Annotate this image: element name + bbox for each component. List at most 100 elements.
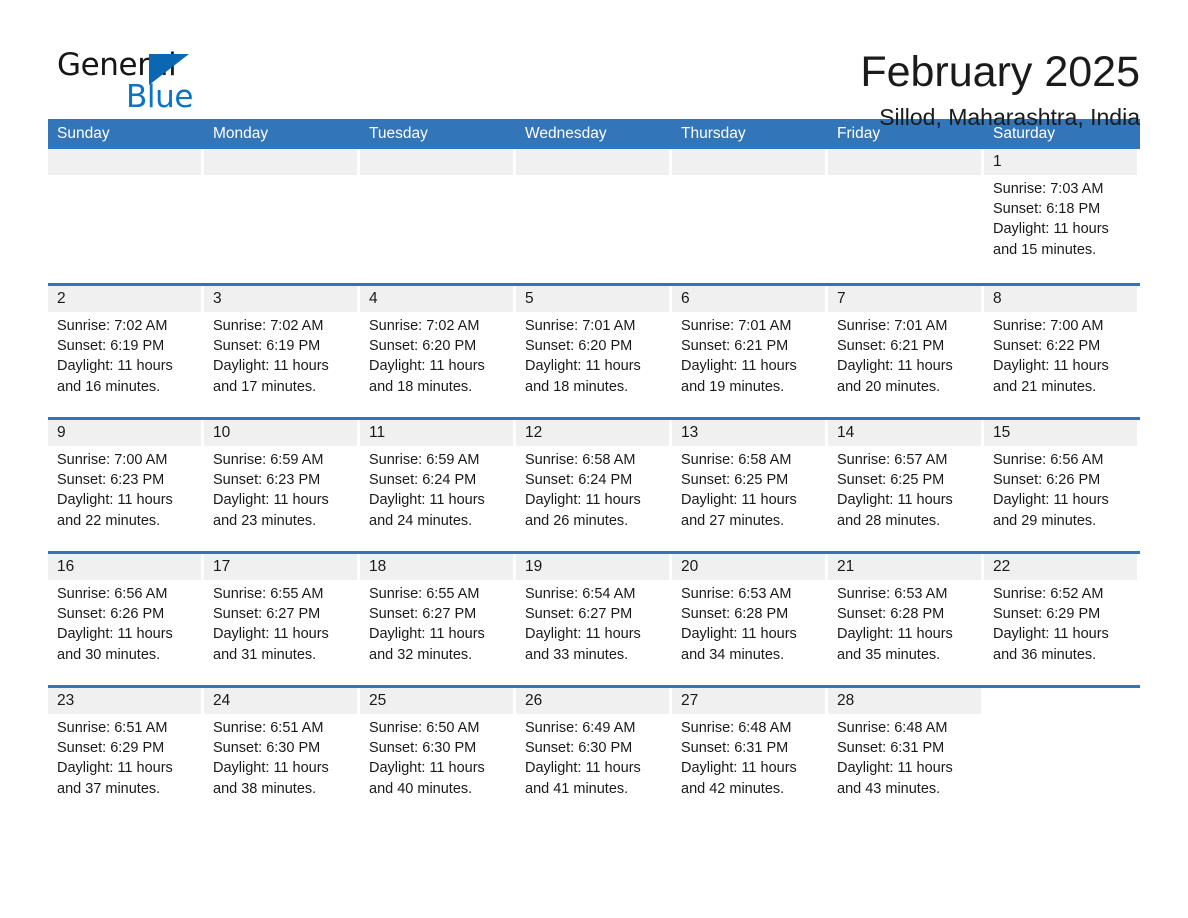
sunset-line: Sunset: 6:27 PM — [525, 606, 633, 623]
daylight-line: and 21 minutes. — [993, 378, 1097, 395]
day-sun-info: Sunrise: 6:53 AM Sunset: 6:28 PM Daylight:… — [672, 580, 825, 665]
calendar-day-cell[interactable]: 20 Sunrise: 6:53 AM Sunset: 6:28 PM Dayligh… — [672, 554, 828, 685]
calendar-empty-cell — [516, 149, 672, 283]
day-number — [984, 688, 1137, 714]
day-sun-info: Sunrise: 7:00 AM Sunset: 6:22 PM Daylight:… — [984, 312, 1137, 397]
day-sun-info: Sunrise: 6:51 AM Sunset: 6:30 PM Daylight:… — [204, 714, 357, 799]
sunset-line: Sunset: 6:27 PM — [369, 606, 477, 623]
calendar-day-cell[interactable]: 25 Sunrise: 6:50 AM Sunset: 6:30 PM Dayligh… — [360, 688, 516, 819]
day-cell-inner — [204, 149, 357, 283]
day-sun-info: Sunrise: 6:59 AM Sunset: 6:24 PM Daylight:… — [360, 446, 513, 531]
sunrise-line: Sunrise: 6:52 AM — [993, 586, 1104, 602]
day-sun-info: Sunrise: 7:01 AM Sunset: 6:20 PM Daylight:… — [516, 312, 669, 397]
calendar-day-cell[interactable]: 13 Sunrise: 6:58 AM Sunset: 6:25 PM Dayligh… — [672, 420, 828, 551]
daylight-line: Daylight: 11 hours — [681, 358, 797, 375]
day-cell-inner: 17 Sunrise: 6:55 AM Sunset: 6:27 PM Dayligh… — [204, 554, 357, 685]
sunset-line: Sunset: 6:26 PM — [993, 472, 1101, 489]
calendar-week-row: 9 Sunrise: 7:00 AM Sunset: 6:23 PM Daylight… — [48, 417, 1140, 551]
calendar-empty-cell — [984, 688, 1140, 819]
daylight-line: and 18 minutes. — [525, 378, 629, 395]
calendar-day-cell[interactable]: 27 Sunrise: 6:48 AM Sunset: 6:31 PM Dayligh… — [672, 688, 828, 819]
day-number: 11 — [360, 420, 513, 446]
sunset-line: Sunset: 6:30 PM — [525, 740, 633, 757]
sunset-line: Sunset: 6:29 PM — [57, 740, 165, 757]
calendar-day-cell[interactable]: 2 Sunrise: 7:02 AM Sunset: 6:19 PM Daylight… — [48, 286, 204, 417]
day-number — [516, 149, 669, 175]
daylight-line: and 41 minutes. — [525, 780, 629, 797]
calendar-day-cell[interactable]: 9 Sunrise: 7:00 AM Sunset: 6:23 PM Daylight… — [48, 420, 204, 551]
day-number: 24 — [204, 688, 357, 714]
day-number: 20 — [672, 554, 825, 580]
sunset-line: Sunset: 6:19 PM — [213, 338, 321, 355]
day-number — [360, 149, 513, 175]
calendar-day-cell[interactable]: 21 Sunrise: 6:53 AM Sunset: 6:28 PM Dayligh… — [828, 554, 984, 685]
calendar-day-cell[interactable]: 7 Sunrise: 7:01 AM Sunset: 6:21 PM Daylight… — [828, 286, 984, 417]
calendar-day-cell[interactable]: 28 Sunrise: 6:48 AM Sunset: 6:31 PM Dayligh… — [828, 688, 984, 819]
daylight-line: and 36 minutes. — [993, 646, 1097, 663]
day-sun-info: Sunrise: 7:02 AM Sunset: 6:19 PM Daylight:… — [204, 312, 357, 397]
daylight-line: Daylight: 11 hours — [525, 492, 641, 509]
day-cell-inner: 13 Sunrise: 6:58 AM Sunset: 6:25 PM Dayligh… — [672, 420, 825, 551]
day-cell-inner — [672, 149, 825, 283]
sunset-line: Sunset: 6:20 PM — [525, 338, 633, 355]
calendar-day-cell[interactable]: 8 Sunrise: 7:00 AM Sunset: 6:22 PM Daylight… — [984, 286, 1140, 417]
day-cell-inner: 4 Sunrise: 7:02 AM Sunset: 6:20 PM Daylight… — [360, 286, 513, 417]
calendar-day-cell[interactable]: 26 Sunrise: 6:49 AM Sunset: 6:30 PM Dayligh… — [516, 688, 672, 819]
day-number: 21 — [828, 554, 981, 580]
daylight-line: and 34 minutes. — [681, 646, 785, 663]
day-cell-inner: 21 Sunrise: 6:53 AM Sunset: 6:28 PM Dayligh… — [828, 554, 981, 685]
calendar-empty-cell — [828, 149, 984, 283]
day-number — [672, 149, 825, 175]
daylight-line: Daylight: 11 hours — [837, 760, 953, 777]
calendar-day-cell[interactable]: 16 Sunrise: 6:56 AM Sunset: 6:26 PM Dayligh… — [48, 554, 204, 685]
daylight-line: and 20 minutes. — [837, 378, 941, 395]
day-number — [828, 149, 981, 175]
sunset-line: Sunset: 6:28 PM — [837, 606, 945, 623]
sunrise-line: Sunrise: 6:50 AM — [369, 720, 480, 736]
day-number: 3 — [204, 286, 357, 312]
calendar-day-cell[interactable]: 4 Sunrise: 7:02 AM Sunset: 6:20 PM Daylight… — [360, 286, 516, 417]
weekday-header-tuesday: Tuesday — [369, 125, 428, 142]
daylight-line: and 35 minutes. — [837, 646, 941, 663]
day-sun-info: Sunrise: 6:52 AM Sunset: 6:29 PM Daylight:… — [984, 580, 1137, 665]
calendar-day-cell[interactable]: 11 Sunrise: 6:59 AM Sunset: 6:24 PM Dayligh… — [360, 420, 516, 551]
calendar-day-cell[interactable]: 6 Sunrise: 7:01 AM Sunset: 6:21 PM Daylight… — [672, 286, 828, 417]
calendar-day-cell[interactable]: 23 Sunrise: 6:51 AM Sunset: 6:29 PM Dayligh… — [48, 688, 204, 819]
sunset-line: Sunset: 6:30 PM — [369, 740, 477, 757]
daylight-line: and 23 minutes. — [213, 512, 317, 529]
weekday-header-wednesday: Wednesday — [525, 125, 607, 142]
calendar-day-cell[interactable]: 19 Sunrise: 6:54 AM Sunset: 6:27 PM Dayligh… — [516, 554, 672, 685]
calendar-empty-cell — [672, 149, 828, 283]
day-sun-info: Sunrise: 6:48 AM Sunset: 6:31 PM Daylight:… — [672, 714, 825, 799]
calendar-day-cell[interactable]: 22 Sunrise: 6:52 AM Sunset: 6:29 PM Dayligh… — [984, 554, 1140, 685]
day-cell-inner: 27 Sunrise: 6:48 AM Sunset: 6:31 PM Dayligh… — [672, 688, 825, 819]
day-number: 28 — [828, 688, 981, 714]
sunrise-line: Sunrise: 6:58 AM — [525, 452, 636, 468]
calendar-day-cell[interactable]: 5 Sunrise: 7:01 AM Sunset: 6:20 PM Daylight… — [516, 286, 672, 417]
sunrise-line: Sunrise: 7:03 AM — [993, 181, 1104, 197]
calendar-day-cell[interactable]: 17 Sunrise: 6:55 AM Sunset: 6:27 PM Dayligh… — [204, 554, 360, 685]
day-number: 25 — [360, 688, 513, 714]
sunrise-line: Sunrise: 7:01 AM — [525, 318, 636, 334]
calendar-day-cell[interactable]: 14 Sunrise: 6:57 AM Sunset: 6:25 PM Dayligh… — [828, 420, 984, 551]
calendar-day-cell[interactable]: 18 Sunrise: 6:55 AM Sunset: 6:27 PM Dayligh… — [360, 554, 516, 685]
daylight-line: Daylight: 11 hours — [213, 358, 329, 375]
calendar-day-cell[interactable]: 10 Sunrise: 6:59 AM Sunset: 6:23 PM Dayligh… — [204, 420, 360, 551]
general-blue-logo[interactable]: General Blue — [48, 46, 198, 118]
daylight-line: and 42 minutes. — [681, 780, 785, 797]
day-number: 12 — [516, 420, 669, 446]
day-number: 13 — [672, 420, 825, 446]
weekday-header-thursday: Thursday — [681, 125, 746, 142]
daylight-line: Daylight: 11 hours — [993, 492, 1109, 509]
calendar-day-cell[interactable]: 3 Sunrise: 7:02 AM Sunset: 6:19 PM Daylight… — [204, 286, 360, 417]
calendar-day-cell[interactable]: 12 Sunrise: 6:58 AM Sunset: 6:24 PM Dayligh… — [516, 420, 672, 551]
day-number: 4 — [360, 286, 513, 312]
daylight-line: Daylight: 11 hours — [369, 626, 485, 643]
day-sun-info: Sunrise: 7:01 AM Sunset: 6:21 PM Daylight:… — [672, 312, 825, 397]
day-cell-inner: 16 Sunrise: 6:56 AM Sunset: 6:26 PM Dayligh… — [48, 554, 201, 685]
calendar-day-cell[interactable]: 1 Sunrise: 7:03 AM Sunset: 6:18 PM Daylight… — [984, 149, 1140, 283]
calendar-day-cell[interactable]: 24 Sunrise: 6:51 AM Sunset: 6:30 PM Dayligh… — [204, 688, 360, 819]
calendar-day-cell[interactable]: 15 Sunrise: 6:56 AM Sunset: 6:26 PM Dayligh… — [984, 420, 1140, 551]
sunset-line: Sunset: 6:24 PM — [369, 472, 477, 489]
day-cell-inner: 14 Sunrise: 6:57 AM Sunset: 6:25 PM Dayligh… — [828, 420, 981, 551]
